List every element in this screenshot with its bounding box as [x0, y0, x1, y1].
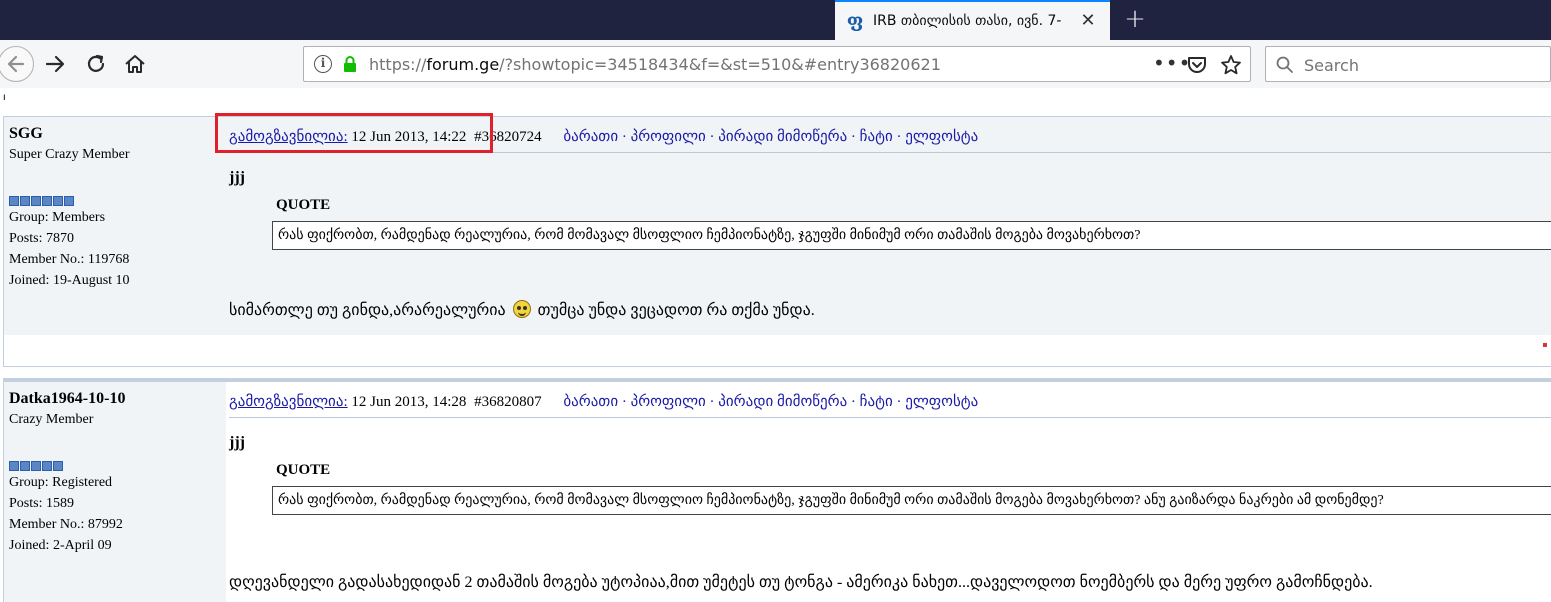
rank-pips: [9, 196, 221, 207]
post-text-part: სიმართლე თუ გინდა,არარეალურია: [229, 302, 506, 319]
search-icon: [1276, 56, 1293, 73]
reload-button[interactable]: [80, 48, 112, 80]
smiley-icon: [512, 300, 531, 318]
stray-text: ᑊ: [3, 92, 6, 107]
author-rank: Super Crazy Member: [9, 147, 130, 162]
tab-active[interactable]: ფ IRB თბილისის თასი, ივნ. 7- ✕: [835, 0, 1110, 40]
navigation-toolbar: i https://forum.ge/?showtopic=34518434&f…: [0, 40, 1551, 88]
post-date: 12 Jun 2013, 14:28: [351, 394, 467, 410]
search-input[interactable]: Search: [1304, 56, 1359, 75]
home-button[interactable]: [119, 48, 151, 80]
author-post-count: Posts: 1589: [9, 496, 74, 511]
post-text-part: თუმცა უნდა ვეცადოთ რა თქმა უნდა.: [537, 302, 815, 319]
author-rank: Crazy Member: [9, 412, 94, 427]
home-icon: [125, 55, 145, 73]
site-favicon-icon: ფ: [846, 10, 864, 32]
rank-pip-icon: [42, 461, 52, 471]
author-group: Group: Members: [9, 210, 106, 225]
rank-pip-icon: [53, 461, 63, 471]
author-name[interactable]: Datka1964-10-10: [9, 390, 221, 408]
info-icon[interactable]: i: [314, 55, 332, 73]
url-bar[interactable]: i https://forum.ge/?showtopic=34518434&f…: [303, 46, 1251, 82]
forward-button[interactable]: [39, 48, 71, 80]
divider: [229, 417, 1551, 418]
red-marker: [1543, 343, 1547, 347]
author-joined: Joined: 2-April 09: [9, 538, 112, 553]
bookmark-star-icon[interactable]: [1220, 54, 1242, 76]
quote-box: რას ფიქრობთ, რამდენად რეალურია, რომ მომა…: [272, 486, 1551, 515]
pocket-icon[interactable]: [1186, 55, 1208, 75]
post-subject: jjj: [229, 169, 245, 186]
author-panel: SGG Super Crazy Member Group: Members Po…: [4, 117, 226, 335]
tab-title: IRB თბილისის თასი, ივნ. 7-: [873, 13, 1062, 29]
page-content: ᑊ SGG Super Crazy Member Group: Members …: [0, 88, 1551, 602]
post-sent-link[interactable]: გამოგზავნილია:: [229, 394, 348, 410]
rank-pip-icon: [64, 196, 74, 206]
rank-pip-icon: [31, 461, 41, 471]
post-action-links[interactable]: ბარათი · პროფილი · პირადი მიმოწერა · ჩატ…: [563, 394, 978, 410]
post-body: გამოგზავნილია: 12 Jun 2013, 14:28 #36820…: [226, 382, 1551, 602]
rank-pip-icon: [20, 196, 30, 206]
highlight-annotation: [215, 113, 493, 153]
rank-pip-icon: [42, 196, 52, 206]
author-panel: Datka1964-10-10 Crazy Member Group: Regi…: [4, 382, 226, 602]
quote-title: QUOTE: [276, 462, 331, 478]
lock-icon[interactable]: [342, 55, 358, 73]
new-tab-button[interactable]: +: [1120, 4, 1150, 34]
tab-close-icon[interactable]: ✕: [1078, 11, 1098, 31]
rank-pip-icon: [9, 461, 19, 471]
back-button[interactable]: [0, 46, 34, 82]
author-post-count: Posts: 7870: [9, 231, 74, 246]
tab-strip: ფ IRB თბილისის თასი, ივნ. 7- ✕ +: [0, 0, 1551, 40]
author-group: Group: Registered: [9, 475, 113, 490]
author-name[interactable]: SGG: [9, 125, 221, 143]
post-entry-id: #36820807: [474, 394, 542, 410]
rank-pip-icon: [9, 196, 19, 206]
post-text: სიმართლე თუ გინდა,არარეალურია თუმცა უნდა…: [229, 300, 815, 320]
forum-post: Datka1964-10-10 Crazy Member Group: Regi…: [3, 378, 1551, 602]
arrow-left-icon: [7, 55, 25, 73]
reload-icon: [87, 54, 105, 72]
author-member-no: Member No.: 87992: [9, 517, 123, 532]
quote-box: რას ფიქრობთ, რამდენად რეალურია, რომ მომა…: [272, 221, 1551, 250]
author-joined: Joined: 19-August 10: [9, 273, 130, 288]
search-bar[interactable]: Search: [1265, 46, 1551, 82]
forum-post: SGG Super Crazy Member Group: Members Po…: [3, 116, 1551, 367]
post-header: გამოგზავნილია: 12 Jun 2013, 14:28 #36820…: [229, 392, 978, 411]
rank-pip-icon: [31, 196, 41, 206]
post-subject: jjj: [229, 434, 245, 451]
post-text: დღევანდელი გადასახედიდან 2 თამაშის მოგებ…: [229, 574, 1373, 591]
rank-pip-icon: [53, 196, 63, 206]
arrow-right-icon: [45, 55, 65, 73]
author-member-no: Member No.: 119768: [9, 252, 130, 267]
rank-pips: [9, 461, 221, 472]
url-text[interactable]: https://forum.ge/?showtopic=34518434&f=&…: [369, 55, 941, 74]
quote-title: QUOTE: [276, 197, 331, 213]
post-action-links[interactable]: ბარათი · პროფილი · პირადი მიმოწერა · ჩატ…: [563, 129, 978, 145]
rank-pip-icon: [20, 461, 30, 471]
